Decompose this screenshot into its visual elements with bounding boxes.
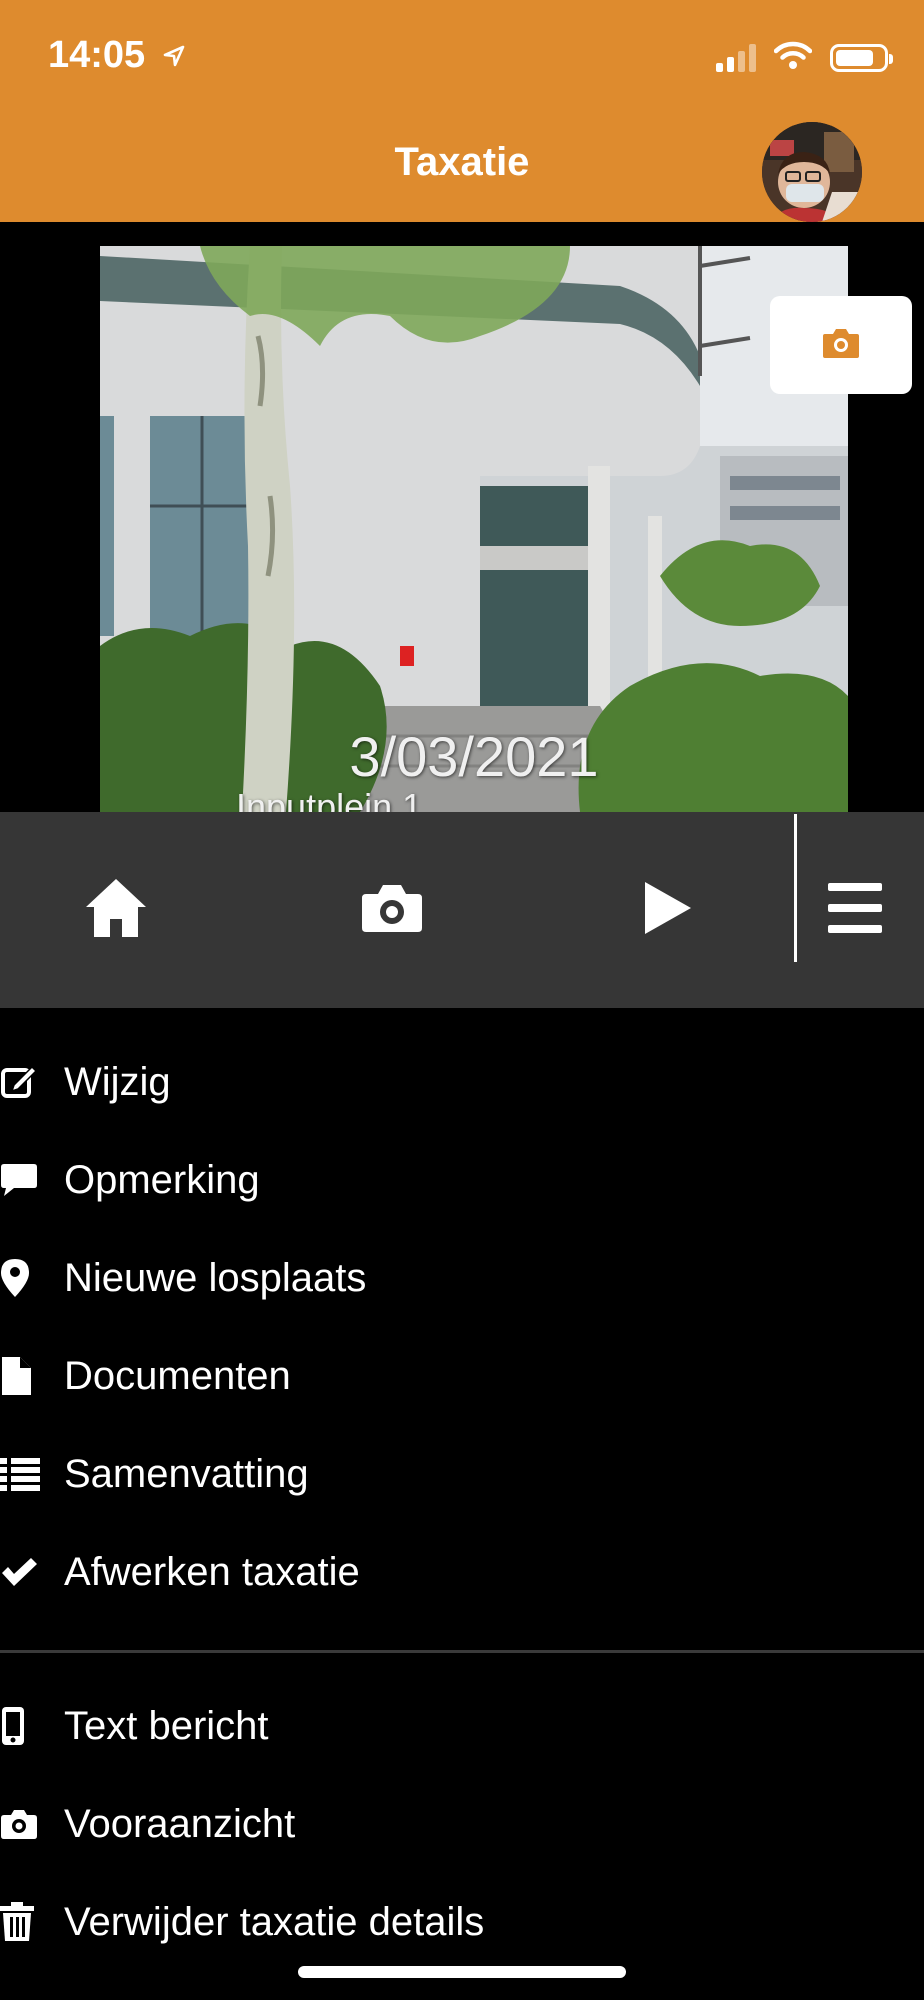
camera-icon bbox=[0, 1804, 40, 1844]
wifi-icon bbox=[773, 40, 813, 75]
home-indicator[interactable] bbox=[298, 1966, 626, 1978]
menu-button[interactable] bbox=[786, 812, 924, 1008]
camera-icon bbox=[360, 882, 424, 939]
menu-item-samenvatting[interactable]: Samenvatting bbox=[0, 1434, 309, 1514]
menu-item-opmerking[interactable]: Opmerking bbox=[0, 1140, 260, 1220]
add-photo-button[interactable] bbox=[770, 296, 912, 394]
avatar[interactable] bbox=[762, 122, 862, 222]
header-bar: 14:05 Taxatie bbox=[0, 0, 924, 222]
play-icon bbox=[643, 880, 693, 941]
cellular-signal-icon bbox=[716, 43, 756, 72]
document-icon bbox=[0, 1356, 40, 1396]
status-time: 14:05 bbox=[48, 34, 186, 78]
checkmark-icon bbox=[0, 1552, 40, 1592]
menu-label: Samenvatting bbox=[64, 1451, 309, 1496]
camera-button[interactable] bbox=[312, 812, 472, 1008]
status-time-text: 14:05 bbox=[48, 34, 146, 76]
menu-divider bbox=[0, 1650, 924, 1653]
menu-label: Verwijder taxatie details bbox=[64, 1899, 485, 1944]
menu-label: Afwerken taxatie bbox=[64, 1549, 360, 1594]
home-button[interactable] bbox=[36, 812, 196, 1008]
menu-label: Vooraanzicht bbox=[64, 1801, 296, 1846]
mobile-phone-icon bbox=[0, 1706, 40, 1746]
menu-item-wijzig[interactable]: Wijzig bbox=[0, 1042, 171, 1122]
camera-icon bbox=[821, 326, 861, 365]
menu-label: Text bericht bbox=[64, 1703, 269, 1748]
menu-label: Nieuwe losplaats bbox=[64, 1255, 367, 1300]
menu-label: Opmerking bbox=[64, 1157, 260, 1202]
menu-item-vooraanzicht[interactable]: Vooraanzicht bbox=[0, 1784, 295, 1864]
status-icons bbox=[716, 40, 893, 75]
photo-address: Inputplein 1 bbox=[236, 786, 423, 812]
menu-label: Wijzig bbox=[64, 1059, 171, 1104]
comment-icon bbox=[0, 1160, 40, 1200]
photo-date: 3/03/2021 bbox=[349, 725, 599, 788]
menu-item-afwerken-taxatie[interactable]: Afwerken taxatie bbox=[0, 1532, 360, 1612]
trash-icon bbox=[0, 1902, 40, 1942]
menu-item-text-bericht[interactable]: Text bericht bbox=[0, 1686, 269, 1766]
battery-icon bbox=[830, 43, 893, 72]
home-icon bbox=[84, 877, 148, 944]
location-arrow-icon bbox=[162, 35, 186, 78]
map-pin-icon bbox=[0, 1258, 40, 1298]
hamburger-menu-icon bbox=[828, 882, 882, 938]
menu-item-documenten[interactable]: Documenten bbox=[0, 1336, 291, 1416]
list-icon bbox=[0, 1454, 40, 1494]
edit-icon bbox=[0, 1062, 40, 1102]
menu-label: Documenten bbox=[64, 1353, 291, 1398]
property-photo[interactable]: 3/03/2021 Inputplein 1 bbox=[100, 246, 848, 812]
bottom-toolbar bbox=[0, 812, 924, 1008]
menu-item-verwijder-taxatie-details[interactable]: Verwijder taxatie details bbox=[0, 1882, 484, 1962]
play-button[interactable] bbox=[588, 812, 748, 1008]
menu-item-nieuwe-losplaats[interactable]: Nieuwe losplaats bbox=[0, 1238, 366, 1318]
